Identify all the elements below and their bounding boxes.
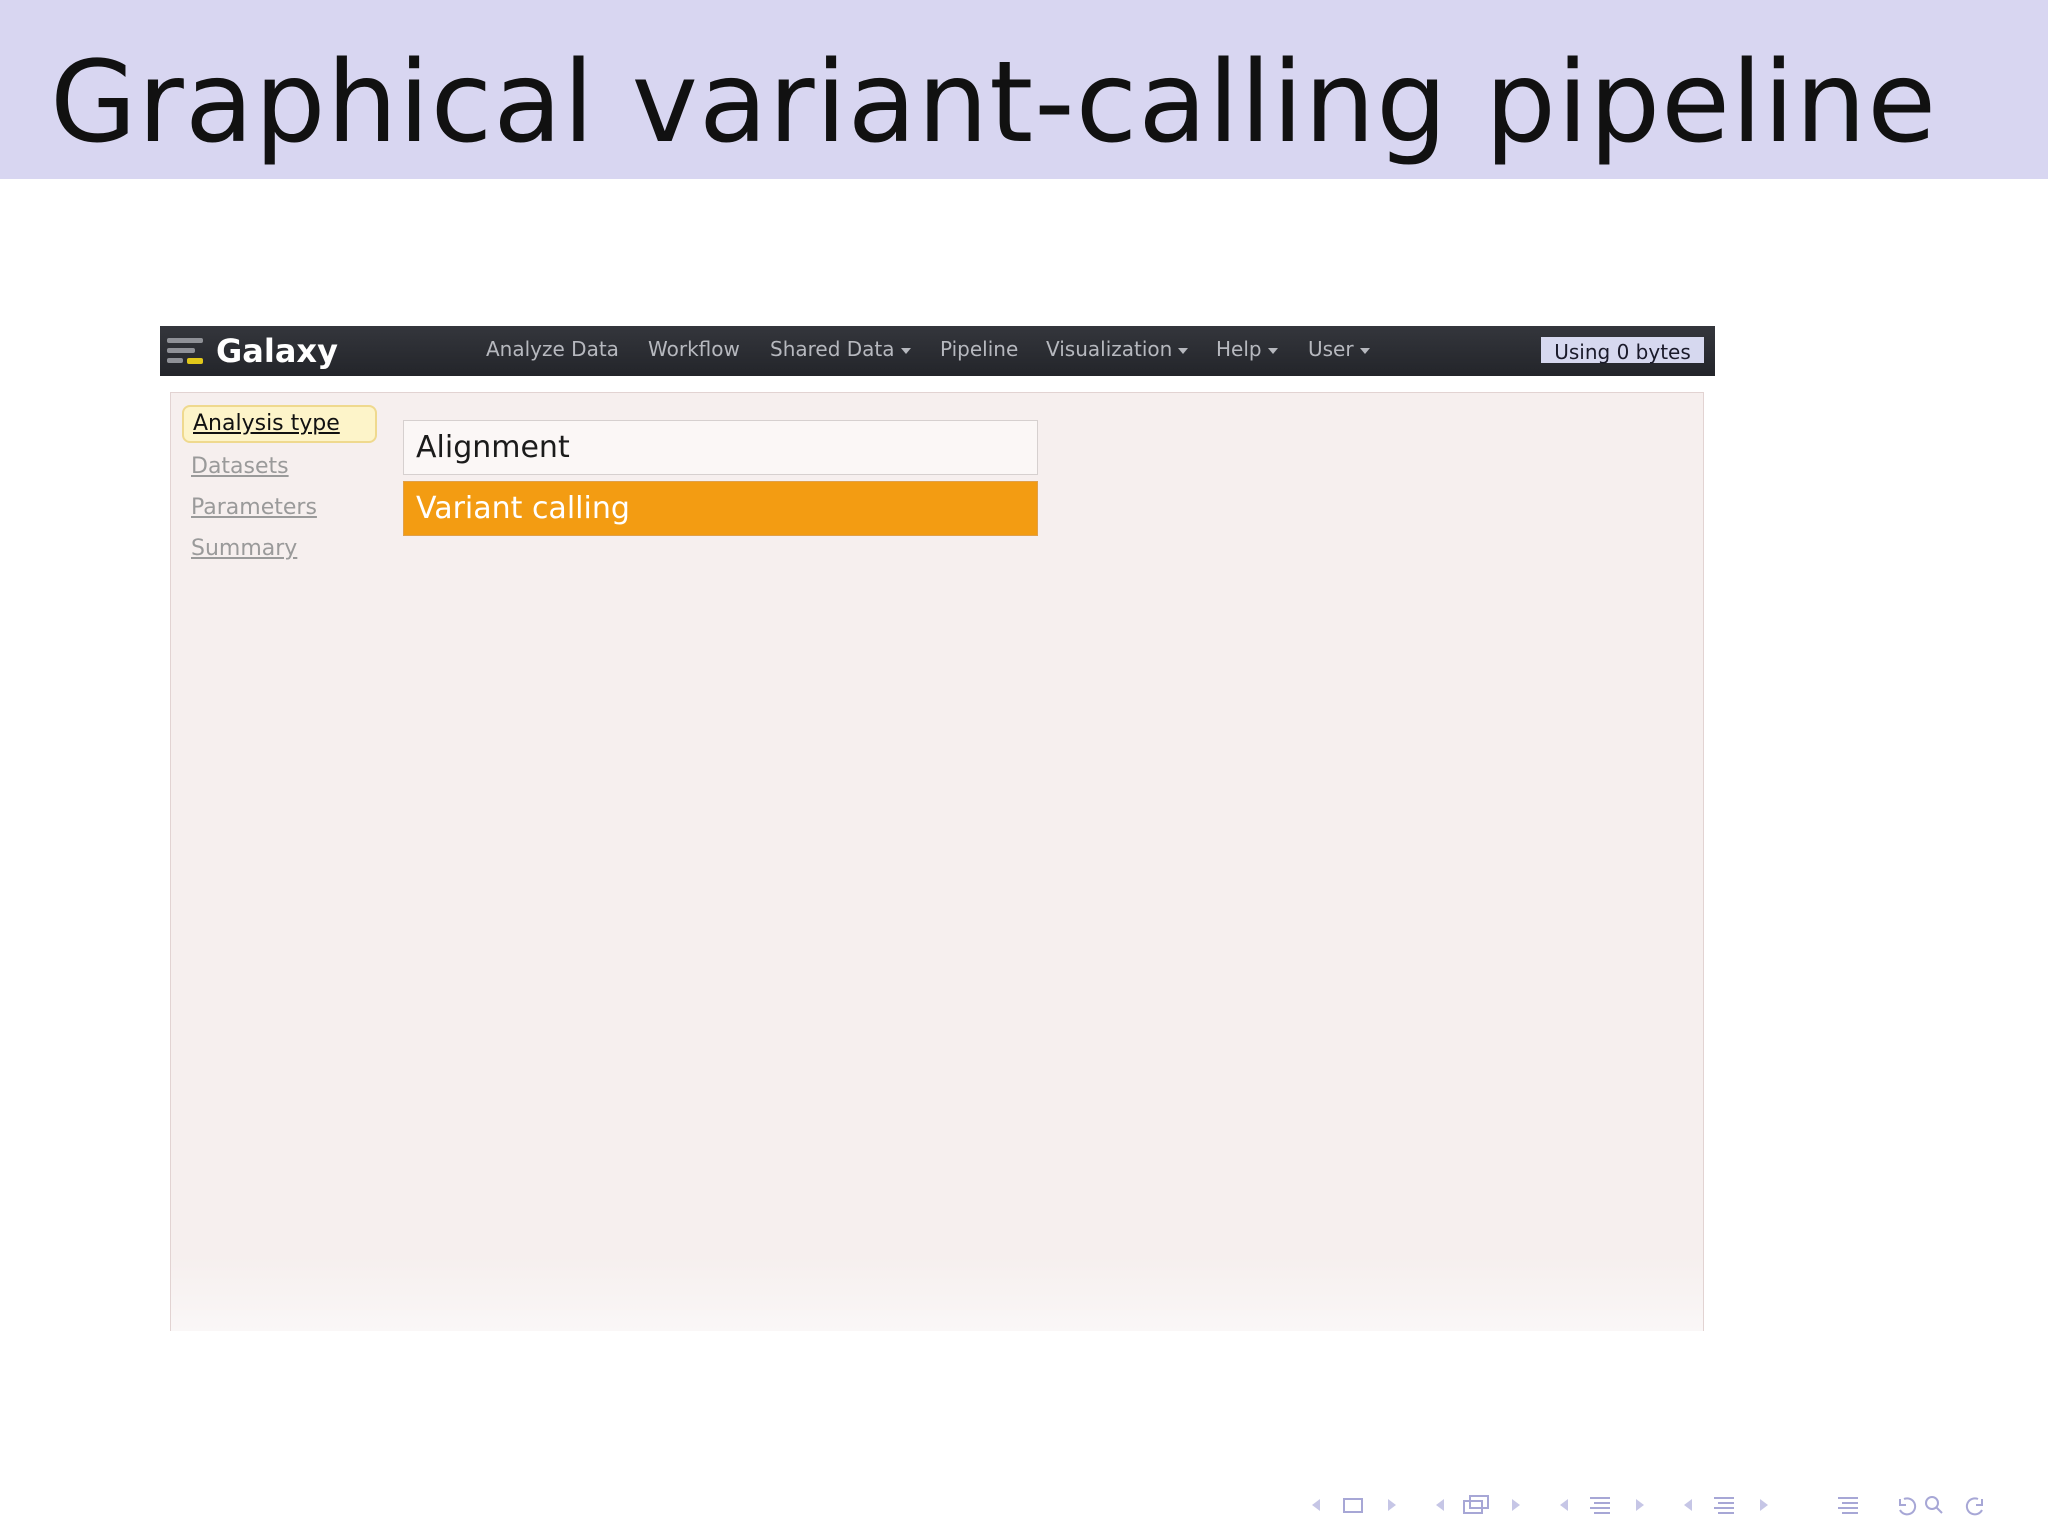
- caret-down-icon: [1178, 347, 1189, 354]
- nav-pipeline[interactable]: Pipeline: [940, 326, 1018, 372]
- caret-down-icon: [1267, 347, 1278, 354]
- galaxy-masthead: Galaxy Analyze Data Workflow Shared Data…: [160, 326, 1715, 376]
- nav-label: Workflow: [648, 337, 740, 361]
- back-icon: [1899, 1497, 1917, 1516]
- nav-label: User: [1308, 337, 1354, 361]
- nav-workflow[interactable]: Workflow: [648, 326, 740, 372]
- section-icon: [1590, 1497, 1610, 1514]
- document-icon: [1714, 1497, 1734, 1514]
- step-datasets[interactable]: Datasets: [191, 454, 289, 479]
- forward-icon: [1965, 1497, 1983, 1516]
- option-variant-calling[interactable]: Variant calling: [403, 481, 1038, 536]
- nav-next-icon: [1760, 1499, 1768, 1511]
- option-alignment[interactable]: Alignment: [403, 420, 1038, 475]
- slide-title: Graphical variant-calling pipeline: [50, 38, 1938, 168]
- nav-next-icon: [1636, 1499, 1644, 1511]
- nav-label: Visualization: [1046, 337, 1173, 361]
- nav-visualization[interactable]: Visualization: [1046, 326, 1189, 372]
- nav-shared-data[interactable]: Shared Data: [770, 326, 911, 372]
- nav-label: Analyze Data: [486, 337, 619, 361]
- nav-next-icon: [1388, 1499, 1396, 1511]
- step-summary[interactable]: Summary: [191, 536, 297, 561]
- nav-user[interactable]: User: [1308, 326, 1370, 372]
- appendix-icon: [1838, 1497, 1858, 1514]
- slide-title-band: Graphical variant-calling pipeline: [0, 0, 2048, 179]
- step-analysis-type[interactable]: Analysis type: [182, 405, 377, 443]
- nav-prev-icon: [1312, 1499, 1320, 1511]
- beamer-navigation-icons: [1312, 1495, 1983, 1516]
- nav-next-icon: [1512, 1499, 1520, 1511]
- galaxy-logo-icon[interactable]: [165, 332, 205, 370]
- frame-icon: [1343, 1498, 1363, 1513]
- caret-down-icon: [900, 347, 911, 354]
- nav-help[interactable]: Help: [1216, 326, 1278, 372]
- caret-down-icon: [1359, 347, 1370, 354]
- galaxy-brand[interactable]: Galaxy: [216, 326, 338, 376]
- nav-prev-icon: [1684, 1499, 1692, 1511]
- nav-prev-icon: [1436, 1499, 1444, 1511]
- nav-prev-icon: [1560, 1499, 1568, 1511]
- nav-label: Pipeline: [940, 337, 1019, 361]
- nav-analyze-data[interactable]: Analyze Data: [486, 326, 619, 372]
- pipeline-panel: Analysis type Datasets Parameters Summar…: [170, 392, 1704, 1331]
- step-parameters[interactable]: Parameters: [191, 495, 317, 520]
- nav-label: Shared Data: [770, 337, 895, 361]
- nav-label: Help: [1216, 337, 1262, 361]
- quota-meter: Using 0 bytes: [1541, 337, 1704, 364]
